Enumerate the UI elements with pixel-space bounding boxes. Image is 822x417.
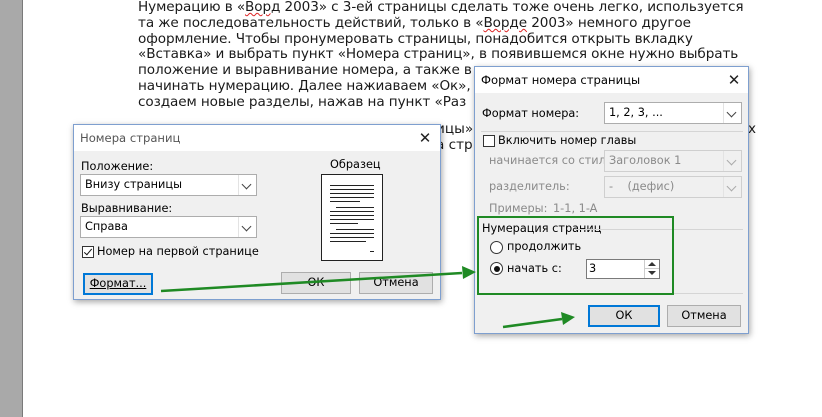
arrowhead [561, 312, 575, 325]
arrow-to-ok-button [502, 317, 563, 329]
arrowhead [462, 266, 476, 279]
arrow-to-format-dialog [160, 271, 463, 293]
annotation-arrows [160, 266, 575, 329]
